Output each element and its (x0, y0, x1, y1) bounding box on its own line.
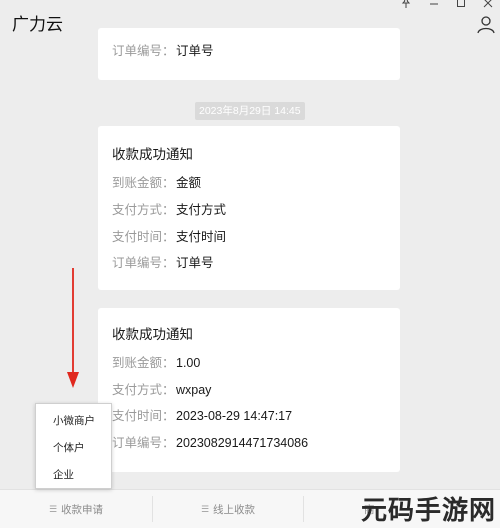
message-card-partial: 订单编号：订单号 (98, 28, 400, 80)
payment-method-row: 支付方式：支付方式 (112, 201, 226, 219)
minimize-icon[interactable] (426, 0, 442, 10)
field-value: 订单号 (176, 256, 214, 270)
message-card-payment: 收款成功通知 到账金额：1.00 支付方式：wxpay 支付时间：2023-08… (98, 308, 400, 472)
popup-item-enterprise[interactable]: 企业 (36, 462, 111, 488)
field-label: 支付方式： (112, 203, 175, 217)
order-number-row: 订单编号：2023082914471734086 (112, 434, 308, 452)
field-label: 到账金额： (112, 356, 175, 370)
popup-item-individual[interactable]: 个体户 (36, 435, 111, 461)
payment-time-row: 支付时间：支付时间 (112, 228, 226, 246)
field-value: 支付方式 (176, 203, 227, 217)
field-value: 支付时间 (176, 230, 227, 244)
submenu-popup: 小微商户 个体户 企业 (35, 403, 112, 489)
field-label: 到账金额： (112, 176, 175, 190)
field-value: 订单号 (176, 44, 214, 58)
menu-tab-label: 收款申请 (61, 503, 104, 516)
message-card-template: 收款成功通知 到账金额：金额 支付方式：支付方式 支付时间：支付时间 订单编号：… (98, 126, 400, 290)
field-label: 订单编号： (112, 436, 175, 450)
menu-tab-payment-request[interactable]: ☰ 收款申请 (0, 490, 152, 528)
field-label: 支付方式： (112, 383, 175, 397)
field-value: 2023-08-29 14:47:17 (176, 409, 293, 423)
field-label: 订单编号： (112, 44, 175, 58)
app-title: 广力云 (12, 15, 63, 34)
menu-list-icon: ☰ (48, 503, 58, 514)
field-label: 订单编号： (112, 256, 175, 270)
field-label: 支付时间： (112, 230, 175, 244)
field-value: wxpay (176, 383, 212, 397)
menu-tab-online-payment[interactable]: ☰ 线上收款 (153, 490, 303, 528)
field-value: 金额 (176, 176, 202, 190)
close-icon[interactable] (480, 0, 496, 10)
message-timestamp: 2023年8月29日 14:45 (195, 102, 305, 120)
annotation-arrow-icon (64, 268, 82, 395)
order-number-row: 订单编号：订单号 (112, 42, 214, 60)
field-label: 支付时间： (112, 409, 175, 423)
payment-method-row: 支付方式：wxpay (112, 381, 211, 399)
card-title: 收款成功通知 (112, 327, 193, 342)
popup-item-micro-merchant[interactable]: 小微商户 (36, 408, 111, 434)
watermark-logo: 元码手游网 (360, 495, 496, 525)
payment-time-row: 支付时间：2023-08-29 14:47:17 (112, 407, 292, 425)
pin-icon[interactable] (398, 0, 414, 10)
amount-row: 到账金额：金额 (112, 174, 201, 192)
menu-list-icon: ☰ (200, 503, 210, 514)
order-number-row: 订单编号：订单号 (112, 254, 214, 272)
field-value: 1.00 (176, 356, 201, 370)
maximize-icon[interactable] (453, 0, 469, 10)
menu-tab-label: 线上收款 (213, 503, 256, 516)
amount-row: 到账金额：1.00 (112, 354, 200, 372)
card-title: 收款成功通知 (112, 147, 193, 162)
user-icon[interactable] (476, 14, 496, 34)
field-value: 2023082914471734086 (176, 436, 309, 450)
